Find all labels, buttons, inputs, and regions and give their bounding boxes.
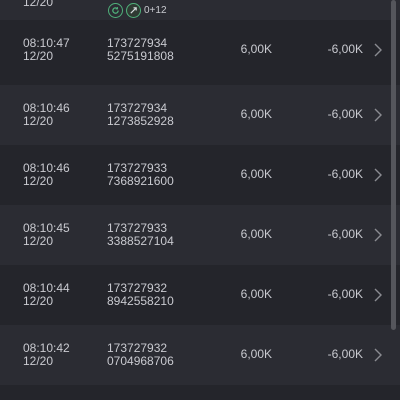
bet-date: 12/20 [23,49,54,63]
bet-id-line2: 5275191808 [107,49,174,63]
bet-amount: 6,00K [240,347,272,361]
bet-id-cell: 173727934 5275191808 [107,37,174,63]
bet-id-cell: 173727933 7368921600 [107,162,174,188]
bet-time-cell: 08:10:44 12/20 [23,282,70,308]
bet-id-line2: 1273852928 [107,114,174,128]
bet-result: -6,00K [327,167,363,181]
bet-date: 12/20 [23,114,54,128]
bet-id-line2: 3388527104 [107,234,174,248]
bet-id-cell: 173727933 3388527104 [107,222,174,248]
bet-date: 12/20 [23,174,54,188]
bet-date: 12/20 [23,354,54,368]
bet-row[interactable]: 08:10:42 12/20 173727932 0704968706 6,00… [0,325,400,385]
bet-time-cell: 08:10:46 12/20 [23,162,70,188]
scrollbar[interactable] [391,0,396,330]
bet-time-cell: 08:10:47 12/20 [23,37,70,63]
bet-time-cell: 08:10:45 12/20 [23,222,70,248]
bet-date: 12/20 [23,294,54,308]
bet-date: 12/20 [23,234,54,248]
link-icon [126,2,141,18]
bet-result: -6,00K [327,227,363,241]
bet-result: -6,00K [327,287,363,301]
bet-date: 12/20 [23,0,54,9]
chevron-right-icon[interactable] [373,287,383,303]
bet-history-list: 12/20 0+12 08:10:47 12/20 173727934 5275… [0,0,400,400]
refresh-icon [108,2,123,18]
bet-time-cell: 12/20 [23,0,53,9]
bet-id-cell: 173727934 1273852928 [107,102,174,128]
chevron-right-icon[interactable] [373,347,383,363]
chevron-right-icon[interactable] [373,107,383,123]
bet-id-line2: 0704968706 [107,354,174,368]
bet-id-line2: 7368921600 [107,174,174,188]
chevron-right-icon[interactable] [373,227,383,243]
bet-row[interactable]: 08:10:46 12/20 173727933 7368921600 6,00… [0,145,400,205]
bet-result: -6,00K [327,42,363,56]
bet-row[interactable]: 08:10:44 12/20 173727932 8942558210 6,00… [0,265,400,325]
bet-amount: 6,00K [240,42,272,56]
bet-amount: 6,00K [240,107,272,121]
bet-amount: 6,00K [240,287,272,301]
bet-time-cell: 08:10:42 12/20 [23,342,70,368]
bet-id-line2: 8942558210 [107,294,174,308]
badge-count: 0+12 [144,4,167,16]
bet-result: -6,00K [327,347,363,361]
bet-amount: 6,00K [240,227,272,241]
chevron-right-icon[interactable] [373,42,383,58]
bet-time-cell: 08:10:46 12/20 [23,102,70,128]
bet-result: -6,00K [327,107,363,121]
bet-amount: 6,00K [240,167,272,181]
bet-id-cell: 173727932 8942558210 [107,282,174,308]
bet-badges: 0+12 [108,2,167,18]
bet-row-partial[interactable] [0,385,400,400]
bet-id-cell: 173727932 0704968706 [107,342,174,368]
bet-row[interactable]: 08:10:47 12/20 173727934 5275191808 6,00… [0,20,400,80]
bet-row-partial[interactable]: 12/20 0+12 [0,0,400,20]
bet-row[interactable]: 08:10:46 12/20 173727934 1273852928 6,00… [0,85,400,145]
chevron-right-icon[interactable] [373,167,383,183]
bet-row[interactable]: 08:10:45 12/20 173727933 3388527104 6,00… [0,205,400,265]
